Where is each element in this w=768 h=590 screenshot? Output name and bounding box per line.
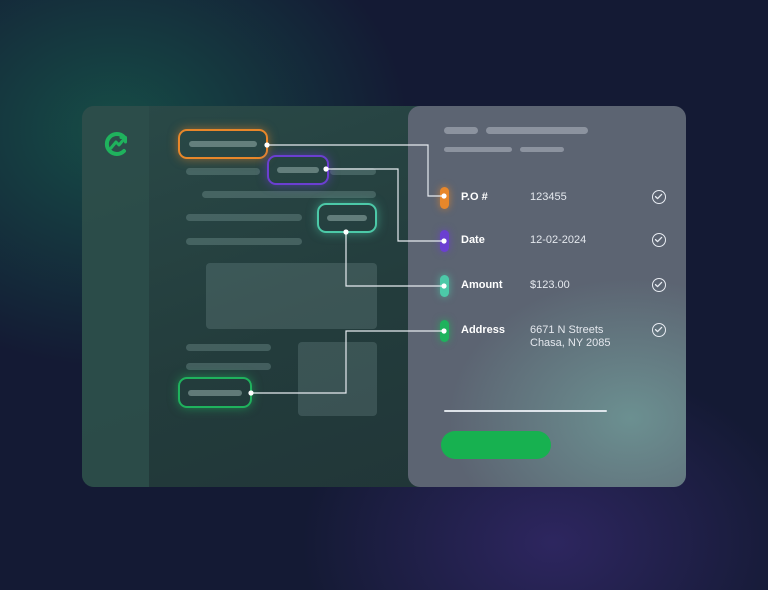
field-value: 6671 N Streets Chasa, NY 2085 xyxy=(530,324,611,349)
field-value: 123455 xyxy=(530,191,567,203)
check-circle-icon xyxy=(652,233,666,247)
check-circle-icon xyxy=(652,323,666,337)
check-circle-icon xyxy=(652,190,666,204)
check-circle-icon xyxy=(652,278,666,292)
field-label: P.O # xyxy=(461,191,488,203)
source-document xyxy=(82,106,442,487)
date-field-highlight[interactable] xyxy=(267,155,329,185)
doc-line xyxy=(186,168,260,175)
date-pill xyxy=(440,230,449,252)
panel-divider xyxy=(444,410,607,412)
field-value: $123.00 xyxy=(530,279,570,291)
doc-line xyxy=(186,238,302,245)
doc-line xyxy=(202,191,376,198)
field-label: Address xyxy=(461,324,506,336)
doc-block xyxy=(298,342,377,416)
field-label: Amount xyxy=(461,279,503,291)
field-label: Date xyxy=(461,234,485,246)
address-field-highlight[interactable] xyxy=(178,377,252,408)
brand-logo-icon xyxy=(104,132,127,156)
po-pill xyxy=(440,187,449,209)
doc-block xyxy=(206,263,377,329)
doc-line xyxy=(186,363,271,370)
extraction-panel: P.O # 123455 Date 12-02-2024 Amount $123… xyxy=(408,106,686,487)
panel-subheader-line xyxy=(444,147,512,152)
doc-line xyxy=(186,214,302,221)
field-value: 12-02-2024 xyxy=(530,234,587,246)
panel-subheader-line xyxy=(520,147,564,152)
document-sidebar xyxy=(82,106,149,487)
panel-header-line xyxy=(444,127,478,134)
panel-header-line xyxy=(486,127,588,134)
address-pill xyxy=(440,320,449,342)
po-field-highlight[interactable] xyxy=(178,129,268,159)
amount-pill xyxy=(440,275,449,297)
submit-button[interactable] xyxy=(441,431,551,459)
amount-field-highlight[interactable] xyxy=(317,203,377,233)
doc-line xyxy=(186,344,271,351)
doc-line xyxy=(330,168,376,175)
